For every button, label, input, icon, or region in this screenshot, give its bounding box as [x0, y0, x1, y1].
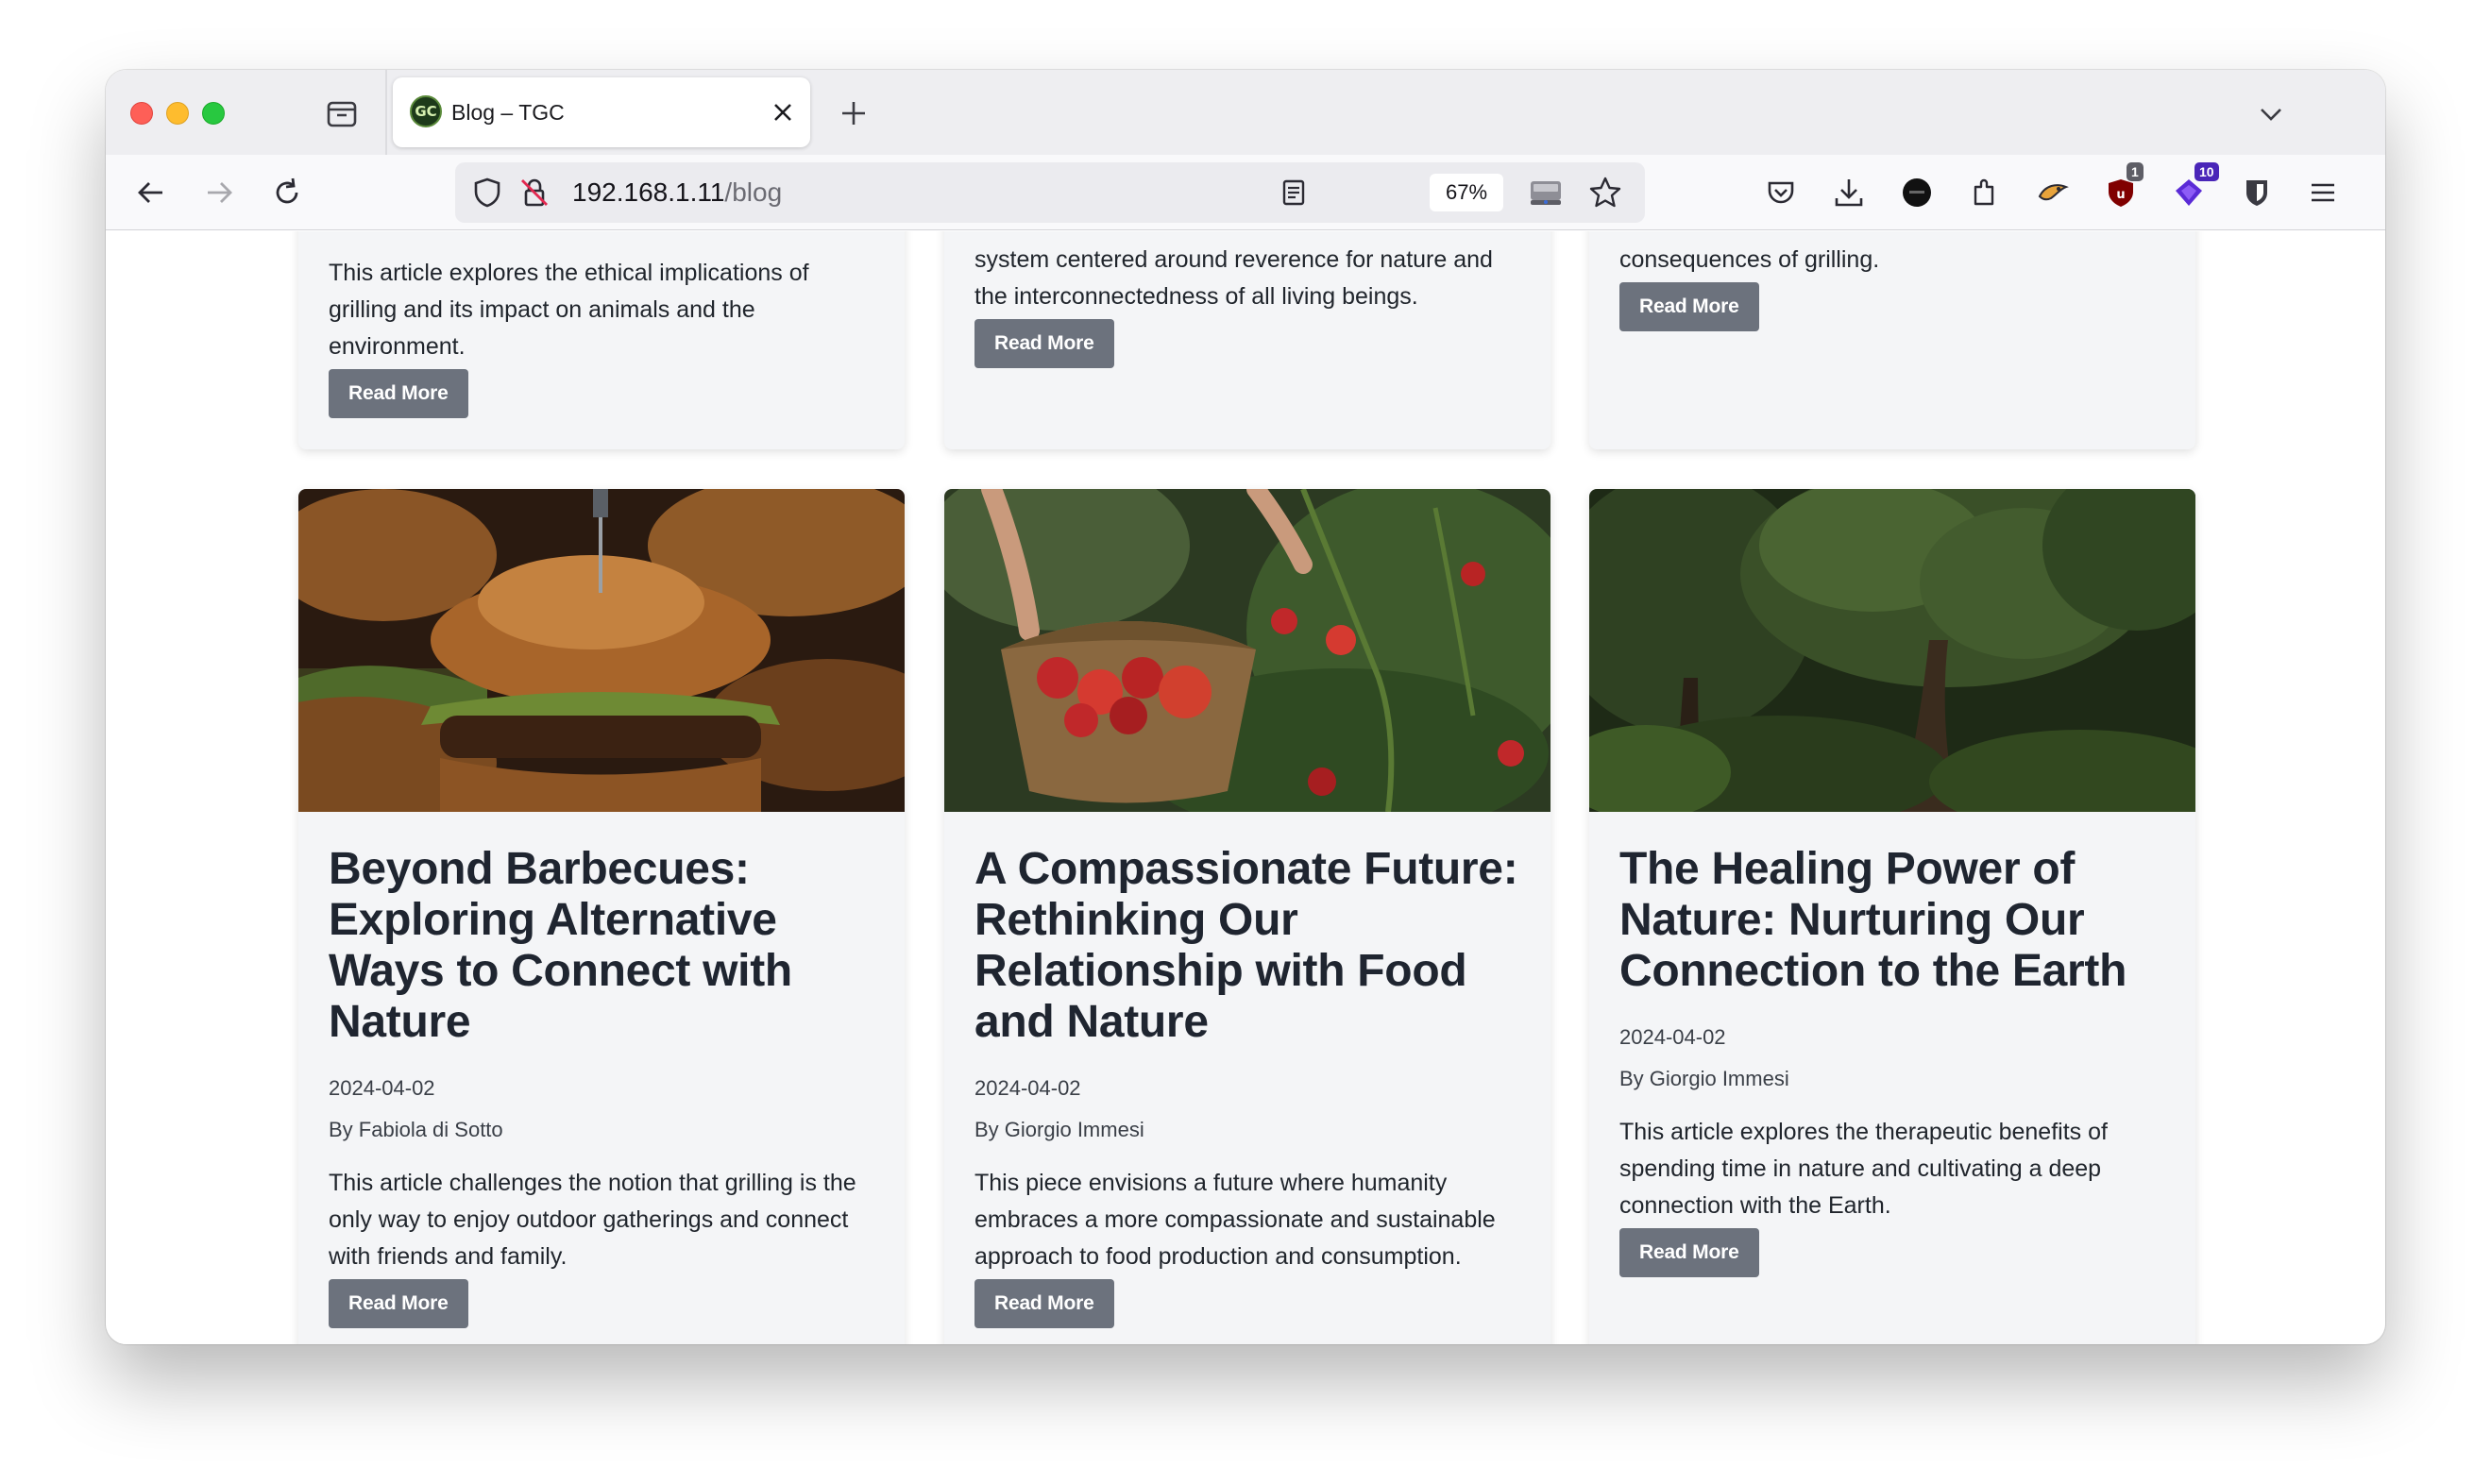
navigation-toolbar: 192.168.1.11/blog 67% u 1 10 — [106, 155, 2385, 230]
card-excerpt: This article challenges the notion that … — [329, 1170, 856, 1270]
url-path: /blog — [724, 177, 783, 207]
app-menu-hamburger-icon[interactable] — [2306, 176, 2340, 210]
card-author: By Giorgio Immesi — [974, 1118, 1144, 1141]
account-avatar-icon[interactable] — [1900, 176, 1934, 210]
browser-window: GC Blog – TGC 192.168.1.11/blog 67% u 1 … — [106, 70, 2385, 1344]
proton-pass-badge: 10 — [2194, 162, 2219, 181]
close-tab-icon[interactable] — [771, 100, 795, 125]
translate-page-icon[interactable] — [1528, 176, 1564, 210]
site-favicon-icon: GC — [410, 95, 442, 127]
svg-text:u: u — [2116, 188, 2125, 202]
read-more-button[interactable]: Read More — [329, 369, 468, 418]
card-excerpt: consequences of grilling. — [1619, 246, 1880, 273]
back-arrow-icon[interactable] — [134, 176, 168, 210]
active-tab[interactable]: GC Blog – TGC — [393, 77, 810, 147]
minimize-window-button[interactable] — [166, 102, 189, 125]
tracking-protection-shield-icon[interactable] — [470, 176, 504, 210]
forest-trees-photo[interactable] — [1589, 489, 2195, 812]
downloads-icon[interactable] — [1832, 176, 1866, 210]
card-title[interactable]: The Healing Power of Nature: Nurturing O… — [1619, 844, 2165, 997]
card-title[interactable]: Beyond Barbecues: Exploring Alternative … — [329, 844, 874, 1048]
card-author: By Giorgio Immesi — [1619, 1067, 1789, 1090]
read-more-button[interactable]: Read More — [329, 1279, 468, 1328]
blog-card: Beyond Barbecues: Exploring Alternative … — [298, 489, 905, 1344]
card-author: By Fabiola di Sotto — [329, 1118, 503, 1141]
card-title[interactable]: A Compassionate Future: Rethinking Our R… — [974, 844, 1520, 1048]
tab-separator — [385, 70, 387, 155]
card-date: 2024-04-02 — [974, 1076, 1081, 1100]
reader-view-icon[interactable] — [1279, 177, 1309, 208]
bookmark-star-icon[interactable] — [1588, 176, 1622, 210]
extensions-puzzle-icon[interactable] — [1968, 176, 2002, 210]
forward-arrow-icon[interactable] — [202, 176, 236, 210]
address-bar[interactable]: 192.168.1.11/blog 67% — [455, 162, 1645, 223]
read-more-button[interactable]: Read More — [974, 1279, 1114, 1328]
card-date: 2024-04-02 — [1619, 1025, 1726, 1049]
burger-photo[interactable] — [298, 489, 905, 812]
close-window-button[interactable] — [130, 102, 153, 125]
blog-card-partial: system centered around reverence for nat… — [944, 231, 1551, 449]
ublock-badge: 1 — [2127, 162, 2144, 181]
tab-overview-icon[interactable] — [325, 96, 359, 130]
card-excerpt: This article explores the ethical implic… — [329, 260, 809, 360]
extension-bird-icon[interactable] — [2036, 176, 2070, 210]
reload-icon[interactable] — [270, 176, 304, 210]
zoom-level-indicator[interactable]: 67% — [1430, 174, 1503, 211]
read-more-button[interactable]: Read More — [1619, 282, 1759, 331]
card-excerpt: system centered around reverence for nat… — [974, 246, 1493, 310]
bitwarden-shield-icon[interactable] — [2240, 176, 2274, 210]
blog-card: A Compassionate Future: Rethinking Our R… — [944, 489, 1551, 1344]
insecure-connection-lock-icon[interactable] — [517, 176, 551, 210]
zoom-window-button[interactable] — [202, 102, 225, 125]
card-excerpt: This article explores the therapeutic be… — [1619, 1119, 2108, 1219]
tomato-basket-photo[interactable] — [944, 489, 1551, 812]
list-all-tabs-chevron-icon[interactable] — [2257, 100, 2285, 128]
url-text[interactable]: 192.168.1.11/blog — [572, 177, 782, 208]
card-excerpt: This piece envisions a future where huma… — [974, 1170, 1496, 1270]
read-more-button[interactable]: Read More — [974, 319, 1114, 368]
blog-page: This article explores the ethical implic… — [106, 231, 2385, 1344]
blog-card-partial: This article explores the ethical implic… — [298, 231, 905, 449]
blog-card: The Healing Power of Nature: Nurturing O… — [1589, 489, 2195, 1344]
card-date: 2024-04-02 — [329, 1076, 435, 1100]
new-tab-plus-icon[interactable] — [839, 98, 869, 128]
tab-title: Blog – TGC — [451, 100, 565, 125]
pocket-icon[interactable] — [1764, 176, 1798, 210]
blog-card-partial: consequences of grilling. Read More — [1589, 231, 2195, 449]
tab-strip: GC Blog – TGC — [106, 70, 2385, 155]
read-more-button[interactable]: Read More — [1619, 1228, 1759, 1277]
url-host: 192.168.1.11 — [572, 177, 725, 207]
